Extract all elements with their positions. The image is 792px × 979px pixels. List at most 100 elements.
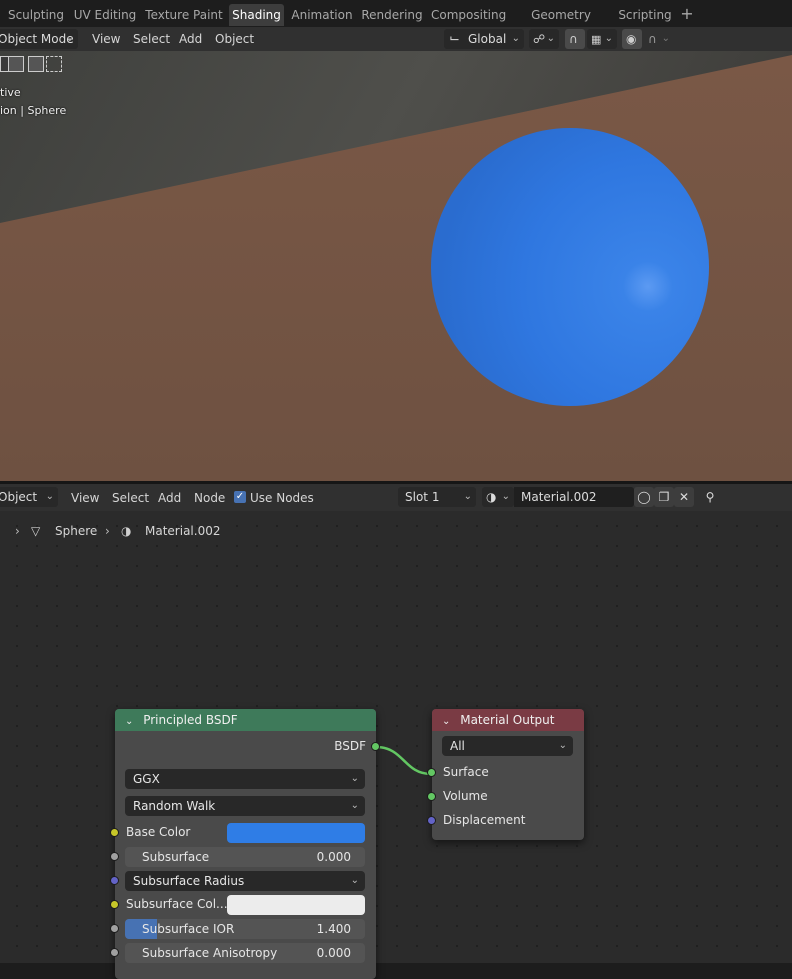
subsurface-anisotropy-label: Subsurface Anisotropy (142, 946, 278, 960)
chevron-down-icon: ⌄ (350, 773, 359, 784)
snap-increment-icon: ▦ (591, 33, 602, 46)
subsurface-field[interactable]: Subsurface 0.000 (125, 847, 365, 867)
chevron-down-icon: ⌄ (501, 491, 510, 502)
falloff-dropdown[interactable]: ∩ ⌄ (644, 29, 674, 49)
select-intersect-icon[interactable] (46, 56, 62, 72)
principled-bsdf-node[interactable]: ⌄ Principled BSDF BSDF GGX ⌄ Random Walk… (110, 709, 380, 979)
displacement-input-socket[interactable] (427, 816, 436, 825)
workspace-tab-bar: Sculpting UV Editing Texture Paint Shadi… (0, 0, 792, 44)
select-extend-icon[interactable] (8, 56, 24, 72)
bsdf-to-surface-link[interactable] (375, 745, 432, 776)
magnet-icon: ∩ (569, 32, 578, 46)
use-nodes-checkbox[interactable]: ✓ (234, 491, 246, 503)
distribution-dropdown[interactable]: GGX ⌄ (125, 769, 365, 789)
falloff-curve-icon: ∩ (648, 32, 657, 46)
tab-uv-editing[interactable]: UV Editing (72, 4, 138, 26)
subsurface-ior-socket[interactable] (110, 924, 119, 933)
tab-compositing[interactable]: Compositing (431, 4, 506, 26)
menu-add[interactable]: Add (179, 27, 202, 51)
menu-select[interactable]: Select (112, 486, 149, 510)
node-title: Principled BSDF (143, 713, 238, 727)
collapse-chevron-icon[interactable]: ⌄ (125, 716, 133, 727)
shader-type-label: Object (0, 490, 38, 504)
3d-viewport[interactable]: tive ion | Sphere (0, 51, 792, 481)
snap-toggle[interactable]: ∩ (565, 29, 585, 49)
base-color-swatch[interactable] (227, 823, 365, 843)
chevron-down-icon: ⌄ (65, 33, 74, 44)
displacement-input-label: Displacement (443, 813, 526, 827)
tab-geometry-nodes[interactable]: Geometry Nodes (514, 4, 608, 44)
output-target-dropdown[interactable]: All ⌄ (442, 736, 573, 756)
subsurface-radius-dropdown[interactable]: Subsurface Radius ⌄ (125, 871, 365, 891)
tab-rendering[interactable]: Rendering (361, 4, 423, 26)
snap-target-dropdown[interactable]: ▦ ⌄ (587, 29, 617, 49)
node-title: Material Output (460, 713, 555, 727)
subsurface-color-swatch[interactable] (227, 895, 365, 915)
subsurface-radius-socket[interactable] (110, 876, 119, 885)
viewport-info-line2: ion | Sphere (0, 104, 67, 117)
node-editor-canvas[interactable]: › ▽ Sphere › ◑ Material.002 ⌄ Principled… (0, 511, 792, 979)
subsurface-method-dropdown[interactable]: Random Walk ⌄ (125, 796, 365, 816)
material-name-field[interactable]: Material.002 (514, 487, 634, 507)
node-header[interactable]: ⌄ Principled BSDF (115, 709, 376, 731)
subsurface-color-label: Subsurface Col... (126, 897, 228, 911)
duplicate-material-button[interactable]: ❐ (654, 487, 674, 507)
volume-input-socket[interactable] (427, 792, 436, 801)
chevron-down-icon: ⌄ (45, 491, 54, 502)
unlink-material-button[interactable]: ✕ (674, 487, 694, 507)
material-browse-dropdown[interactable]: ◑ ⌄ (482, 487, 514, 507)
slot-label: Slot 1 (405, 490, 440, 504)
pin-button[interactable]: ⚲ (700, 487, 720, 507)
viewport-header: Object Mode ⌄ View Select Add Object ⌙ G… (0, 27, 792, 51)
orientation-axes-icon: ⌙ (449, 31, 460, 46)
node-editor-header: Object ⌄ View Select Add Node ✓ Use Node… (0, 484, 792, 511)
subsurface-ior-field[interactable]: Subsurface IOR 1.400 (125, 919, 365, 939)
proportional-edit-icon: ◉ (626, 32, 637, 46)
use-nodes-label: Use Nodes (250, 491, 314, 505)
subsurface-anisotropy-field[interactable]: Subsurface Anisotropy 0.000 (125, 943, 365, 963)
sphere-object[interactable] (431, 128, 709, 406)
menu-add[interactable]: Add (158, 486, 181, 510)
mode-dropdown[interactable]: Object Mode ⌄ (0, 29, 78, 49)
collapse-chevron-icon[interactable]: ⌄ (442, 716, 450, 727)
subsurface-anisotropy-socket[interactable] (110, 948, 119, 957)
chevron-down-icon: ⌄ (511, 33, 520, 44)
node-header[interactable]: ⌄ Material Output (432, 709, 584, 731)
subsurface-socket[interactable] (110, 852, 119, 861)
material-output-node[interactable]: ⌄ Material Output All ⌄ Surface Volume D… (427, 709, 584, 840)
chevron-down-icon: ⌄ (463, 491, 472, 502)
tab-animation[interactable]: Animation (290, 4, 354, 26)
select-subtract-icon[interactable] (28, 56, 44, 72)
menu-view[interactable]: View (71, 486, 99, 510)
subsurface-anisotropy-value: 0.000 (316, 946, 351, 960)
add-workspace-button[interactable]: + (678, 4, 696, 24)
pivot-point-dropdown[interactable]: ☍ ⌄ (529, 29, 559, 49)
menu-node[interactable]: Node (194, 486, 225, 510)
surface-input-label: Surface (443, 765, 489, 779)
bsdf-output-socket[interactable] (371, 742, 380, 751)
menu-object[interactable]: Object (215, 27, 254, 51)
tab-texture-paint[interactable]: Texture Paint (144, 4, 224, 26)
tab-shading[interactable]: Shading (229, 4, 284, 26)
subsurface-ior-value: 1.400 (316, 922, 351, 936)
base-color-socket[interactable] (110, 828, 119, 837)
base-color-label: Base Color (126, 825, 191, 839)
transform-orientation-dropdown[interactable]: ⌙ Global ⌄ (444, 29, 524, 49)
shader-type-dropdown[interactable]: Object ⌄ (0, 487, 58, 507)
chevron-down-icon: ⌄ (558, 740, 567, 751)
bsdf-output-label: BSDF (334, 739, 366, 753)
menu-select[interactable]: Select (133, 27, 170, 51)
tab-sculpting[interactable]: Sculpting (4, 4, 68, 26)
subsurface-color-socket[interactable] (110, 900, 119, 909)
transform-orientation-label: Global (468, 32, 507, 46)
mode-label: Object Mode (0, 32, 74, 46)
material-name-label: Material.002 (521, 490, 597, 504)
menu-view[interactable]: View (92, 27, 120, 51)
slot-dropdown[interactable]: Slot 1 ⌄ (398, 487, 476, 507)
surface-input-socket[interactable] (427, 768, 436, 777)
fake-user-button[interactable]: ◯ (634, 487, 654, 507)
proportional-edit-toggle[interactable]: ◉ (622, 29, 642, 49)
tab-scripting[interactable]: Scripting (617, 4, 673, 26)
chevron-down-icon: ⌄ (350, 875, 359, 886)
subsurface-value: 0.000 (316, 850, 351, 864)
